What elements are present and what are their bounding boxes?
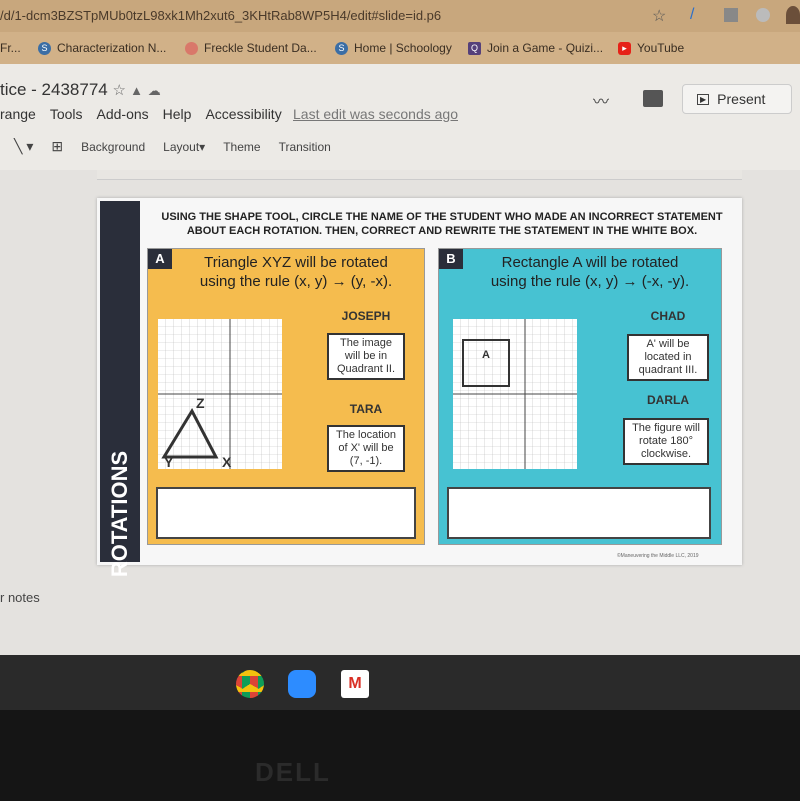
bookmark[interactable]: Fr... bbox=[0, 41, 21, 55]
statement-darla: The figure will rotate 180° clockwise. bbox=[623, 418, 709, 465]
statement-joseph: The image will be in Quadrant II. bbox=[327, 333, 405, 380]
layout-label: Layout bbox=[163, 139, 200, 154]
instructions: USING THE SHAPE TOOL, CIRCLE THE NAME OF… bbox=[161, 211, 723, 237]
schoology-icon: S bbox=[38, 41, 51, 55]
menu-help[interactable]: Help bbox=[163, 106, 192, 122]
url-text[interactable]: /d/1-dcm3BZSTpMUb0tzL98xk1Mh2xut6_3KHtRa… bbox=[0, 8, 441, 23]
vertex-z: Z bbox=[196, 395, 205, 411]
panel-label: A bbox=[148, 249, 172, 269]
profile-avatar[interactable] bbox=[786, 6, 800, 24]
student-darla[interactable]: DARLA bbox=[628, 393, 708, 407]
taskbar bbox=[0, 655, 800, 710]
quizizz-icon: Q bbox=[468, 41, 481, 55]
menu-arrange[interactable]: range bbox=[0, 106, 36, 122]
present-button[interactable]: ▶ Present bbox=[682, 84, 792, 114]
heading-line: Rectangle A will be rotated bbox=[501, 254, 679, 271]
panel-label: B bbox=[439, 249, 463, 269]
menu-bar: range Tools Add-ons Help Accessibility bbox=[0, 106, 282, 122]
bookmark-label: Home | Schoology bbox=[354, 41, 452, 55]
vertex-x: X bbox=[222, 454, 232, 470]
zoom-icon[interactable] bbox=[288, 670, 316, 698]
slide-canvas[interactable]: ROTATIONS USING THE SHAPE TOOL, CIRCLE T… bbox=[97, 198, 742, 577]
address-bar[interactable]: /d/1-dcm3BZSTpMUb0tzL98xk1Mh2xut6_3KHtRa… bbox=[0, 0, 800, 32]
new-slide-icon[interactable]: ⊞ bbox=[51, 138, 63, 155]
youtube-icon: ▸ bbox=[618, 41, 631, 55]
line-tool-icon[interactable]: ╲ ▾ bbox=[14, 138, 33, 155]
student-chad[interactable]: CHAD bbox=[628, 309, 708, 323]
heading-line: using the rule (x, y) → (y, -x). bbox=[199, 273, 393, 290]
dell-logo: DELL bbox=[255, 757, 331, 787]
statement-tara: The location of X' will be (7, -1). bbox=[327, 425, 405, 472]
bookmark[interactable]: S Characterization N... bbox=[38, 41, 166, 55]
answer-box-a[interactable] bbox=[156, 487, 416, 539]
bookmark-label: YouTube bbox=[637, 41, 685, 55]
extension-icon-2[interactable] bbox=[756, 8, 770, 22]
vertex-y: Y bbox=[164, 454, 174, 470]
bookmark[interactable]: Freckle Student Da... bbox=[185, 41, 317, 55]
chrome-icon[interactable] bbox=[236, 670, 264, 698]
play-icon: ▶ bbox=[697, 93, 710, 105]
menu-tools[interactable]: Tools bbox=[50, 106, 83, 122]
panel-a: A Triangle XYZ will be rotated using the … bbox=[147, 248, 425, 545]
schoology-icon: S bbox=[335, 41, 348, 55]
side-banner: ROTATIONS bbox=[100, 201, 140, 577]
heading-line: using the rule (x, y) → (-x, -y). bbox=[490, 273, 690, 290]
document-title[interactable]: tice - 2438774 ☆ ▲ ☁ bbox=[0, 80, 161, 100]
speaker-notes[interactable]: r notes bbox=[0, 590, 40, 605]
pen-extension-icon[interactable]: / bbox=[690, 6, 694, 24]
star-icon[interactable]: ☆ bbox=[112, 82, 130, 99]
activity-trend-icon[interactable]: 〰 bbox=[593, 88, 609, 112]
cloud-status-icon: ☁ bbox=[147, 83, 161, 98]
comments-icon[interactable] bbox=[643, 90, 663, 107]
toolbar: ╲ ▾ ⊞ Background Layout▾ Theme Transitio… bbox=[0, 138, 331, 155]
panel-heading: Rectangle A will be rotated using the rul… bbox=[463, 253, 717, 291]
bookmark[interactable]: ▸ YouTube bbox=[618, 41, 684, 55]
theme-button[interactable]: Theme bbox=[223, 140, 260, 154]
side-title: ROTATIONS bbox=[107, 450, 132, 578]
present-label: Present bbox=[717, 91, 766, 107]
rectangle-label: A bbox=[482, 349, 490, 361]
layout-button[interactable]: Layout▾ bbox=[163, 140, 205, 154]
move-icon[interactable]: ▲ bbox=[130, 83, 143, 98]
bookmarks-bar: Fr... S Characterization N... Freckle Stu… bbox=[0, 32, 800, 64]
copyright: ©Maneuvering the Middle LLC, 2019 bbox=[617, 553, 699, 559]
bookmark-label: Join a Game - Quizi... bbox=[487, 41, 604, 55]
bookmark-label: Fr... bbox=[0, 41, 21, 55]
coordinate-grid bbox=[453, 319, 577, 469]
heading-line: Triangle XYZ will be rotated bbox=[204, 254, 388, 271]
menu-accessibility[interactable]: Accessibility bbox=[205, 106, 281, 122]
freckle-icon bbox=[185, 41, 198, 55]
panel-heading: Triangle XYZ will be rotated using the ru… bbox=[172, 253, 420, 291]
title-text[interactable]: tice - 2438774 bbox=[0, 80, 108, 99]
last-edit-link[interactable]: Last edit was seconds ago bbox=[293, 106, 458, 122]
bookmark[interactable]: Q Join a Game - Quizi... bbox=[468, 41, 603, 55]
bookmark-label: Characterization N... bbox=[57, 41, 167, 55]
gmail-icon[interactable]: M bbox=[341, 670, 369, 698]
panel-b: B Rectangle A will be rotated using the r… bbox=[438, 248, 722, 545]
bookmark-label: Freckle Student Da... bbox=[204, 41, 317, 55]
student-joseph[interactable]: JOSEPH bbox=[326, 309, 406, 323]
transition-button[interactable]: Transition bbox=[279, 140, 331, 154]
bookmark[interactable]: S Home | Schoology bbox=[335, 41, 452, 55]
menu-addons[interactable]: Add-ons bbox=[97, 106, 149, 122]
statement-chad: A' will be located in quadrant III. bbox=[627, 334, 709, 381]
answer-box-b[interactable] bbox=[447, 487, 711, 539]
coordinate-grid bbox=[158, 319, 282, 469]
background-button[interactable]: Background bbox=[81, 140, 145, 154]
student-tara[interactable]: TARA bbox=[326, 402, 406, 416]
extension-icon[interactable] bbox=[724, 8, 738, 22]
ruler bbox=[97, 170, 742, 180]
star-icon[interactable]: ☆ bbox=[652, 6, 666, 26]
